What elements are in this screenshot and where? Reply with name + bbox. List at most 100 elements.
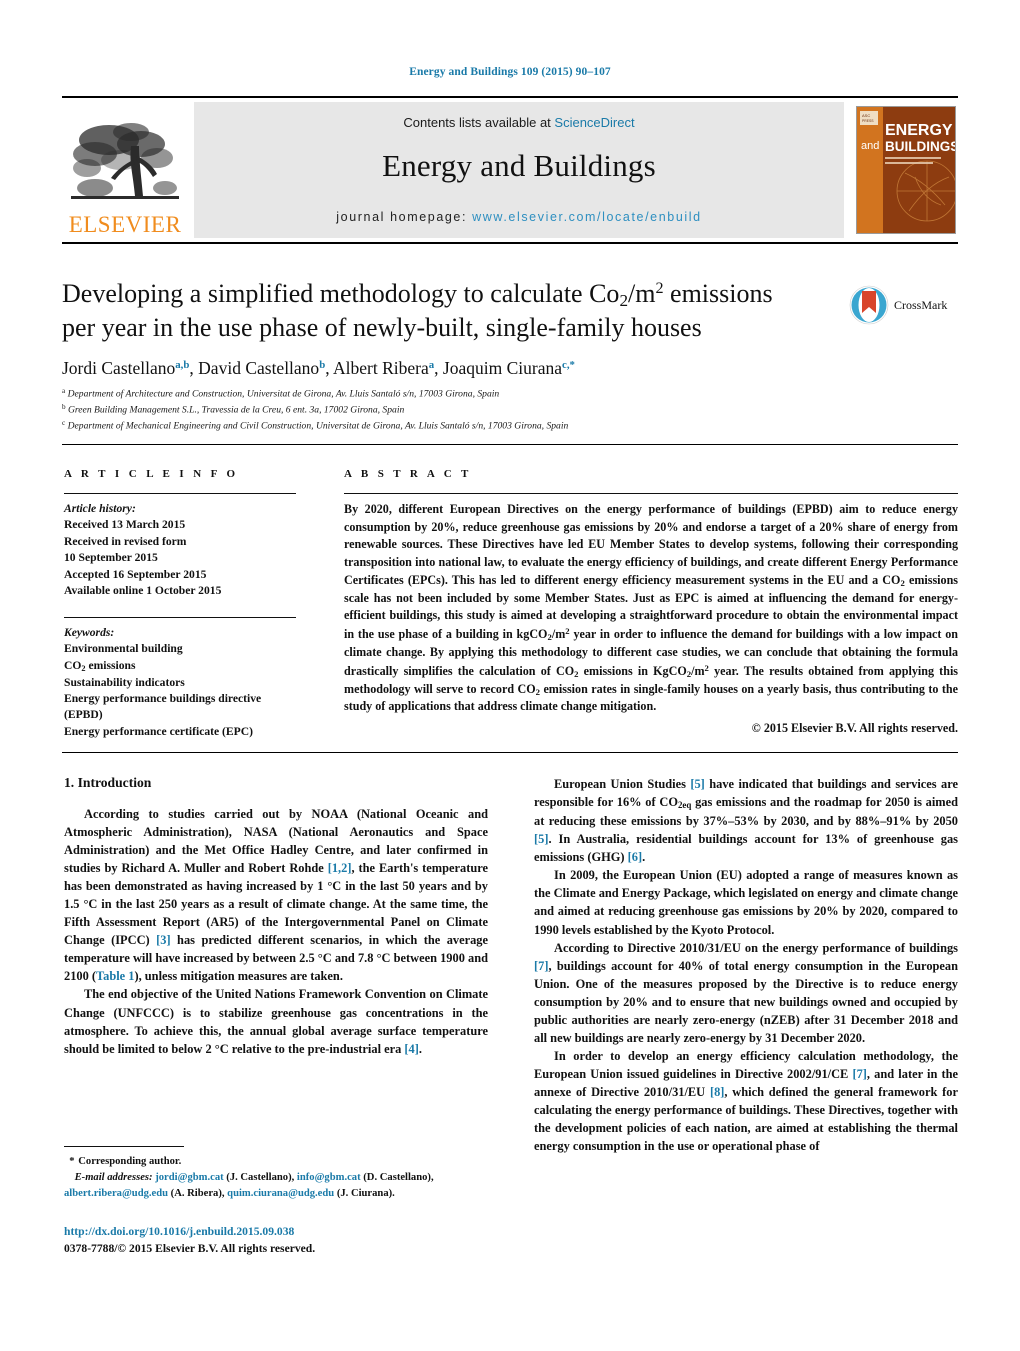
table-1-link[interactable]: Table 1 xyxy=(96,969,134,983)
title-sup-1: 2 xyxy=(655,280,664,298)
asterisk-icon: * xyxy=(69,1156,76,1167)
article-history-group: Article history: Received 13 March 2015 R… xyxy=(64,501,296,600)
contents-prefix: Contents lists available at xyxy=(403,115,555,130)
citation-ref-6[interactable]: [6] xyxy=(628,850,642,864)
citation-ref-7b[interactable]: [7] xyxy=(852,1067,866,1081)
homepage-url-link[interactable]: www.elsevier.com/locate/enbuild xyxy=(472,210,702,224)
svg-text:ASC: ASC xyxy=(862,113,870,118)
intro-r-p3-a: According to Directive 2010/31/EU on the… xyxy=(554,940,958,955)
crossmark-icon xyxy=(849,285,889,325)
affiliation-marker: b xyxy=(62,403,66,412)
author-name[interactable]: David Castellano xyxy=(198,358,319,378)
svg-text:BUILDINGS: BUILDINGS xyxy=(885,139,955,154)
title-line-2: per year in the use phase of newly-built… xyxy=(62,312,702,342)
author-affiliation-marker: a,b xyxy=(175,359,190,372)
intro-paragraph-4: In 2009, the European Union (EU) adopted… xyxy=(534,868,959,937)
citation-ref-5a[interactable]: [5] xyxy=(690,777,704,791)
keyword-line: Sustainability indicators xyxy=(64,675,185,689)
elsevier-tree-icon xyxy=(69,116,181,212)
article-history-line: Accepted 16 September 2015 xyxy=(64,567,207,581)
abstract-rule xyxy=(344,493,958,494)
abstract-seg-5: emissions in KgCO xyxy=(578,663,687,678)
intro-paragraph-6: In order to develop an energy efficiency… xyxy=(534,1047,958,1155)
info-band-bottom-rule xyxy=(62,752,958,753)
keywords-lines: Environmental building CO2 emissions Susta… xyxy=(64,641,296,740)
intro-r-p1-e: . xyxy=(642,850,646,865)
keywords-group: Keywords: Environmental building CO2 emis… xyxy=(64,625,296,741)
crossmark-label: CrossMark xyxy=(894,297,948,312)
citation-ref-7a[interactable]: [7] xyxy=(534,959,548,973)
corresponding-author-text: Corresponding author. xyxy=(78,1156,182,1167)
keyword-line: CO2 emissions xyxy=(64,658,136,673)
intro-paragraph-1: According to studies carried out by NOAA… xyxy=(64,805,488,985)
affiliation-list: a Department of Architecture and Constru… xyxy=(62,386,942,434)
email-owner: (D. Castellano), xyxy=(360,1171,434,1183)
title-part-2: /m xyxy=(628,279,656,308)
svg-text:ENERGY: ENERGY xyxy=(885,122,953,139)
abstract-seg-1: By 2020, different European Directives o… xyxy=(344,502,958,587)
citation-ref-4[interactable]: [4] xyxy=(404,1042,418,1056)
footnote-rule xyxy=(64,1146,184,1147)
intro-paragraph-3: European Union Studies [5] have indicate… xyxy=(534,775,958,866)
svg-text:PRESS: PRESS xyxy=(862,119,874,123)
running-head: Energy and Buildings 109 (2015) 90–107 xyxy=(409,66,611,78)
section-title-introduction: 1. Introduction xyxy=(64,775,152,790)
affiliation-marker: c xyxy=(62,419,66,428)
title-part-1: Developing a simplified methodology to c… xyxy=(62,279,620,308)
intro-r-p1-sub: 2eq xyxy=(677,800,692,811)
sciencedirect-link[interactable]: ScienceDirect xyxy=(554,115,634,130)
author-name[interactable]: Joaquim Ciurana xyxy=(443,358,562,378)
abstract-seg-6: /m xyxy=(691,663,705,678)
citation-ref-1-2[interactable]: [1,2] xyxy=(328,861,352,875)
article-info-rule-2 xyxy=(64,616,296,618)
title-block: Developing a simplified methodology to c… xyxy=(62,278,842,343)
article-history-lines: Received 13 March 2015 Received in revise… xyxy=(64,517,296,599)
author-name[interactable]: Jordi Castellano xyxy=(62,358,175,378)
email-label: E-mail addresses: xyxy=(74,1171,153,1183)
author-list: Jordi Castellanoa,b, David Castellanob, … xyxy=(62,358,575,378)
affiliation-line: a Department of Architecture and Constru… xyxy=(62,387,500,400)
keyword-line: Energy performance certificate (EPC) xyxy=(64,724,253,738)
email-owner: (J. Ciurana). xyxy=(334,1187,395,1199)
article-info-column: A R T I C L E I N F O Article history: R… xyxy=(64,468,296,740)
citation-ref-5b[interactable]: [5] xyxy=(534,832,548,846)
article-history-label: Article history: xyxy=(64,502,136,515)
intro-r-p1-d: . In Australia, residential buildings ac… xyxy=(534,832,958,865)
crossmark-badge[interactable]: CrossMark xyxy=(849,283,961,327)
author-affiliation-marker: b xyxy=(319,359,326,372)
title-part-3: emissions xyxy=(663,279,773,308)
affiliation-marker: a xyxy=(62,387,66,395)
affiliation-line: c Department of Mechanical Engineering a… xyxy=(62,419,569,432)
masthead-center-panel: Contents lists available at ScienceDirec… xyxy=(194,102,844,238)
email-link[interactable]: jordi@gbm.cat xyxy=(155,1172,223,1183)
corresponding-author-line: * Corresponding author. xyxy=(64,1154,488,1170)
doi-link[interactable]: http://dx.doi.org/10.1016/j.enbuild.2015… xyxy=(64,1224,524,1241)
journal-masthead: ELSEVIER Contents lists available at Sci… xyxy=(62,96,958,244)
author-name[interactable]: Albert Ribera xyxy=(333,358,429,378)
abstract-text: By 2020, different European Directives o… xyxy=(344,501,958,716)
title-sub-1: 2 xyxy=(619,290,629,310)
citation-ref-3[interactable]: [3] xyxy=(156,933,170,947)
info-band-top-rule xyxy=(62,444,958,445)
body-column-right: European Union Studies [5] have indicate… xyxy=(534,775,958,1155)
homepage-label: journal homepage: xyxy=(336,210,468,224)
intro-l-p1-d: ), unless mitigation measures are taken. xyxy=(134,969,343,984)
citation-ref-8[interactable]: [8] xyxy=(710,1085,724,1099)
footnote-block: * Corresponding author. E-mail addresses… xyxy=(64,1146,488,1202)
intro-paragraph-2: The end objective of the United Nations … xyxy=(64,985,488,1057)
email-link[interactable]: albert.ribera@udg.edu xyxy=(64,1188,168,1199)
journal-homepage-line: journal homepage: www.elsevier.com/locat… xyxy=(194,210,844,224)
article-history-line: Available online 1 October 2015 xyxy=(64,584,222,598)
email-link[interactable]: info@gbm.cat xyxy=(297,1172,361,1183)
contents-list-line: Contents lists available at ScienceDirec… xyxy=(194,115,844,130)
email-owner: (J. Castellano), xyxy=(223,1171,297,1183)
issn-copyright-line: 0378-7788/© 2015 Elsevier B.V. All right… xyxy=(64,1241,316,1255)
abstract-heading: A B S T R A C T xyxy=(344,468,472,480)
intro-paragraph-5: According to Directive 2010/31/EU on the… xyxy=(534,939,958,1047)
article-info-rule-1 xyxy=(64,493,296,494)
elsevier-logo: ELSEVIER xyxy=(62,102,188,238)
author-affiliation-marker: c,* xyxy=(562,359,575,372)
journal-cover-thumbnail: ASC PRESS and ENERGY BUILDINGS xyxy=(854,102,958,238)
email-link[interactable]: quim.ciurana@udg.edu xyxy=(227,1188,334,1199)
svg-text:and: and xyxy=(861,140,879,152)
